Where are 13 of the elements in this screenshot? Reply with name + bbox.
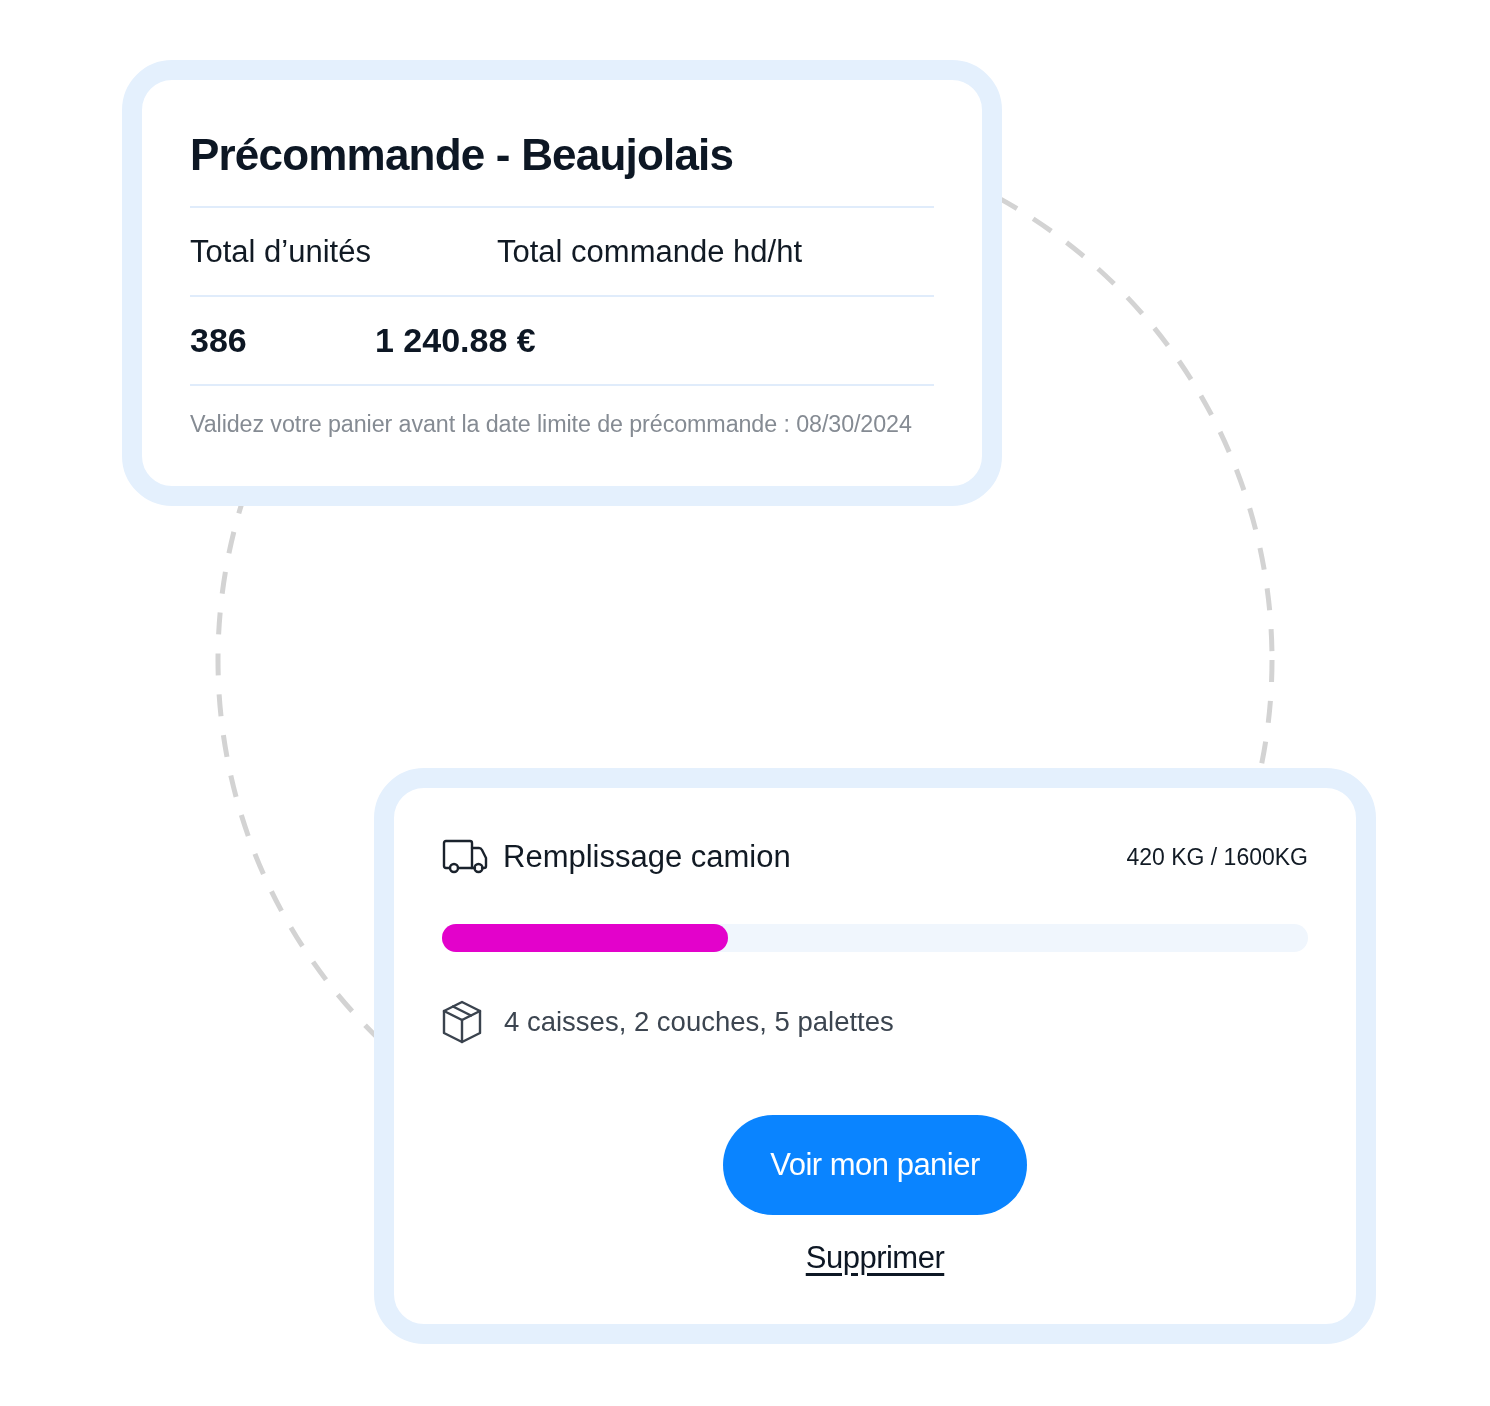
column-label: Total d’unités [190,233,372,270]
column-label: Total commande hd/ht [497,233,802,270]
weight-reading: 420 KG / 1600KG [1126,843,1308,871]
total-value: 386 [190,321,248,360]
card-title: Précommande - Beaujolais [190,126,934,208]
total-value: 1 240.88 € [375,321,536,360]
box-icon [442,1000,482,1044]
packaging-summary: 4 caisses, 2 couches, 5 palettes [504,1006,894,1038]
truck-icon [442,839,488,875]
card-title: Remplissage camion [503,839,791,875]
view-cart-button[interactable]: Voir mon panier [723,1115,1027,1215]
delete-link[interactable]: Supprimer [805,1238,945,1278]
deadline-note: Validez votre panier avant la date limite de précommande : 08/30/2024 [190,410,913,438]
